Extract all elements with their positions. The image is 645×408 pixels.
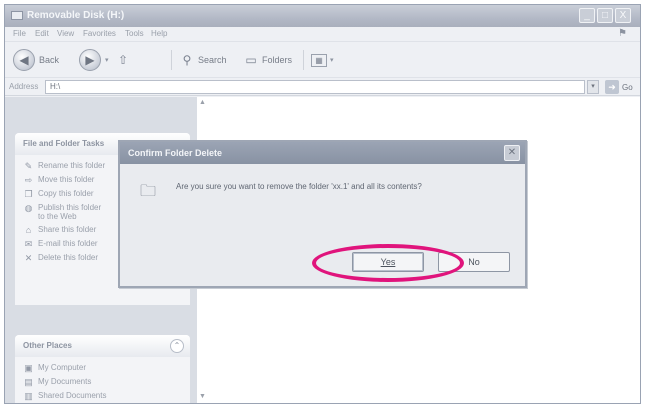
- address-input[interactable]: H:\: [45, 80, 585, 94]
- up-folder-button[interactable]: ⇧: [115, 48, 134, 72]
- views-button[interactable]: ▦ ▾: [311, 48, 334, 72]
- globe-icon: ◍: [24, 203, 33, 213]
- move-icon: ⇨: [24, 175, 33, 185]
- maximize-button[interactable]: □: [597, 8, 613, 23]
- folders-button[interactable]: ▭ Folders: [243, 48, 292, 72]
- forward-arrow-icon: ▶: [79, 49, 101, 71]
- no-label: No: [468, 257, 480, 267]
- task-label: Copy this folder: [38, 189, 94, 198]
- chevron-down-icon: ▾: [105, 57, 109, 64]
- scroll-down-arrow[interactable]: ▼: [199, 393, 207, 401]
- place-label: My Documents: [38, 377, 92, 386]
- go-label: Go: [622, 82, 633, 92]
- address-dropdown-button[interactable]: ▾: [587, 80, 599, 94]
- dialog-title-bar[interactable]: Confirm Folder Delete ✕: [120, 142, 525, 164]
- back-button[interactable]: ◀ Back: [13, 48, 59, 72]
- scroll-up-arrow[interactable]: ▲: [199, 99, 207, 107]
- go-arrow-icon: ➜: [605, 80, 619, 94]
- windows-logo-icon: ⚑: [618, 28, 627, 39]
- views-icon: ▦: [311, 53, 327, 67]
- chevron-down-icon: ▾: [330, 57, 334, 64]
- menu-edit[interactable]: Edit: [35, 29, 49, 38]
- rename-icon: ✎: [24, 161, 33, 171]
- task-label: Delete this folder: [38, 253, 99, 262]
- place-label: My Computer: [38, 363, 87, 372]
- folders-icon: ▭: [245, 53, 257, 67]
- close-button[interactable]: X: [615, 8, 631, 23]
- dialog-message: Are you sure you want to remove the fold…: [176, 182, 422, 191]
- search-label: Search: [198, 55, 227, 65]
- delete-x-icon: ✕: [24, 253, 33, 263]
- menu-favorites[interactable]: Favorites: [83, 29, 116, 38]
- up-folder-icon: ⇧: [117, 53, 129, 67]
- place-label: Shared Documents: [38, 391, 107, 400]
- copy-icon: ❐: [24, 189, 33, 199]
- place-my-computer[interactable]: ▣ My Computer: [15, 363, 190, 377]
- address-label: Address: [9, 82, 39, 91]
- shared-folder-icon: ▥: [24, 391, 33, 401]
- folders-label: Folders: [262, 55, 293, 65]
- collapse-button[interactable]: ⌃: [170, 339, 184, 353]
- toolbar-divider: [171, 50, 172, 70]
- panel-title: Other Places: [23, 341, 72, 350]
- task-label: Rename this folder: [38, 161, 106, 170]
- toolbar: ◀ Back ▶ ▾ ⇧ ⚲ Search ▭ Folders ▦ ▾: [5, 42, 640, 78]
- toolbar-divider: [303, 50, 304, 70]
- search-button[interactable]: ⚲ Search: [179, 48, 227, 72]
- search-icon: ⚲: [182, 53, 192, 67]
- panel-title: File and Folder Tasks: [23, 139, 105, 148]
- menu-file[interactable]: File: [13, 29, 26, 38]
- share-icon: ⌂: [25, 225, 32, 235]
- task-label: Move this folder: [38, 175, 95, 184]
- menu-tools[interactable]: Tools: [125, 29, 144, 38]
- back-label: Back: [39, 55, 60, 65]
- email-icon: ✉: [24, 239, 33, 249]
- other-places-panel: Other Places ⌃ ▣ My Computer ▤ My Document…: [15, 335, 190, 403]
- task-label: Publish this folder to the Web: [38, 203, 102, 221]
- folder-icon: [11, 11, 23, 20]
- menu-bar: File Edit View Favorites Tools Help ⚑: [5, 27, 640, 42]
- address-bar: Address H:\ ▾ ➜ Go: [5, 78, 640, 96]
- place-shared-documents[interactable]: ▥ Shared Documents: [15, 391, 190, 403]
- menu-help[interactable]: Help: [151, 29, 167, 38]
- place-my-documents[interactable]: ▤ My Documents: [15, 377, 190, 391]
- task-label: E-mail this folder: [38, 239, 98, 248]
- computer-icon: ▣: [24, 363, 33, 373]
- menu-view[interactable]: View: [57, 29, 74, 38]
- minimize-button[interactable]: _: [579, 8, 595, 23]
- dialog-close-button[interactable]: ✕: [504, 145, 520, 161]
- folder-delete-icon: 🗀: [140, 183, 157, 200]
- task-label: Share this folder: [38, 225, 97, 234]
- dialog-title: Confirm Folder Delete: [128, 148, 223, 158]
- go-button[interactable]: ➜ Go: [605, 80, 633, 94]
- forward-button[interactable]: ▶ ▾: [79, 48, 109, 72]
- highlight-ring: [312, 244, 464, 282]
- documents-icon: ▤: [24, 377, 33, 387]
- back-arrow-icon: ◀: [13, 49, 35, 71]
- panel-header[interactable]: Other Places ⌃: [15, 335, 190, 357]
- title-bar[interactable]: Removable Disk (H:) _ □ X: [5, 5, 640, 27]
- window-title: Removable Disk (H:): [27, 10, 125, 21]
